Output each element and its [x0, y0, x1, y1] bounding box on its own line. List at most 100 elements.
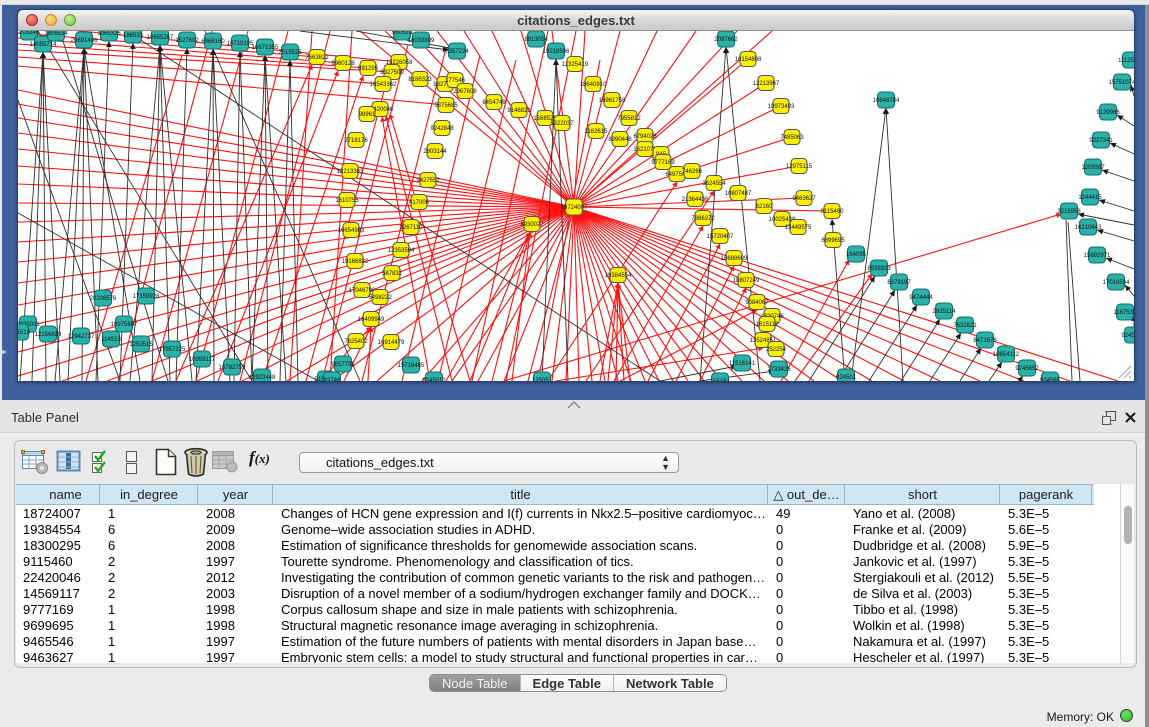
svg-text:10807487: 10807487	[725, 191, 752, 197]
svg-text:114513: 114513	[101, 337, 121, 343]
svg-text:1527602: 1527602	[175, 38, 199, 44]
svg-text:9115460: 9115460	[821, 209, 845, 215]
svg-text:924501: 924501	[836, 375, 857, 381]
svg-text:1209387: 1209387	[1081, 165, 1105, 171]
svg-text:20691406: 20691406	[71, 38, 98, 44]
svg-text:21364436: 21364436	[682, 197, 709, 203]
svg-text:1167533: 1167533	[1114, 310, 1134, 316]
svg-text:17359928: 17359928	[133, 294, 160, 300]
svg-text:125051: 125051	[532, 378, 553, 381]
svg-text:7632621: 7632621	[953, 323, 977, 329]
svg-text:1615112: 1615112	[756, 322, 780, 328]
svg-text:7515525: 7515525	[278, 50, 302, 56]
svg-text:6794028: 6794028	[633, 134, 657, 140]
svg-text:9245012: 9245012	[1121, 333, 1134, 339]
svg-text:16543362: 16543362	[370, 82, 397, 88]
svg-text:164095: 164095	[846, 252, 867, 258]
svg-text:7357224: 7357224	[445, 49, 469, 55]
svg-text:3215958: 3215958	[1057, 209, 1081, 215]
svg-text:417006: 417006	[409, 200, 430, 206]
svg-text:1250515: 1250515	[129, 342, 153, 348]
svg-text:12975115: 12975115	[786, 164, 813, 170]
svg-text:9474444: 9474444	[909, 295, 933, 301]
svg-text:16671355: 16671355	[252, 45, 279, 51]
svg-text:16782759: 16782759	[219, 365, 246, 371]
svg-text:1162615: 1162615	[585, 129, 609, 135]
svg-text:7955812: 7955812	[617, 116, 641, 122]
svg-text:203346: 203346	[19, 31, 40, 36]
svg-text:7485063: 7485063	[780, 135, 804, 141]
svg-text:8990448: 8990448	[608, 137, 632, 143]
svg-text:7886372: 7886372	[691, 216, 715, 222]
svg-text:9327509: 9327509	[380, 70, 404, 76]
svg-text:16961758: 16961758	[599, 98, 626, 104]
svg-text:5875685: 5875685	[434, 103, 458, 109]
svg-text:9245012: 9245012	[422, 378, 446, 381]
svg-text:8813054: 8813054	[524, 37, 548, 43]
svg-text:1610755: 1610755	[335, 198, 359, 204]
svg-text:16914479: 16914479	[378, 340, 405, 346]
svg-text:18724007: 18724007	[561, 205, 588, 211]
svg-text:3267110: 3267110	[400, 225, 424, 231]
svg-text:10654983: 10654983	[338, 228, 365, 234]
svg-text:9146821: 9146821	[507, 108, 531, 114]
svg-text:10154808: 10154808	[735, 57, 762, 63]
svg-text:20206576: 20206576	[90, 296, 117, 302]
svg-text:1244415: 1244415	[1078, 195, 1102, 201]
svg-text:8930027: 8930027	[520, 222, 544, 228]
svg-text:1065326: 1065326	[97, 31, 121, 37]
svg-text:11125419: 11125419	[1118, 58, 1134, 64]
svg-text:10973493: 10973493	[768, 104, 795, 110]
svg-text:10719195: 10719195	[227, 41, 254, 47]
svg-text:14055714: 14055714	[30, 42, 57, 48]
svg-text:19166822: 19166822	[342, 259, 369, 265]
svg-text:10958117: 10958117	[189, 357, 216, 363]
svg-text:252254: 252254	[766, 347, 787, 353]
svg-text:10975887: 10975887	[111, 322, 138, 328]
svg-text:8960128: 8960128	[331, 61, 355, 67]
svg-text:2935114: 2935114	[933, 309, 957, 315]
svg-text:746266: 746266	[682, 169, 703, 175]
svg-text:10654112: 10654112	[993, 352, 1020, 358]
svg-text:960523: 960523	[392, 31, 413, 36]
svg-text:2803144: 2803144	[423, 149, 447, 155]
svg-text:891295: 891295	[358, 66, 379, 72]
svg-text:12213383: 12213383	[337, 169, 364, 175]
svg-text:19218506: 19218506	[543, 49, 570, 55]
svg-text:10688609: 10688609	[721, 256, 748, 262]
svg-text:18807249: 18807249	[733, 278, 760, 284]
svg-text:13449575: 13449575	[785, 225, 812, 231]
svg-text:6379197: 6379197	[887, 280, 911, 286]
svg-text:83746: 83746	[324, 378, 341, 381]
svg-text:12942737: 12942737	[68, 334, 95, 340]
svg-text:6966160: 6966160	[201, 39, 225, 45]
svg-text:9463627: 9463627	[792, 196, 816, 202]
svg-text:15692971: 15692971	[1084, 253, 1111, 259]
svg-text:16409949: 16409949	[358, 317, 385, 323]
svg-text:9657791: 9657791	[331, 362, 355, 368]
svg-text:19384554: 19384554	[605, 273, 632, 279]
svg-text:11516141: 11516141	[729, 361, 756, 367]
svg-text:7663822: 7663822	[305, 55, 329, 61]
svg-text:8454749: 8454749	[482, 100, 506, 106]
svg-text:2718176: 2718176	[344, 138, 368, 144]
svg-text:1733426: 1733426	[767, 367, 791, 373]
svg-text:12353594: 12353594	[388, 248, 415, 254]
svg-text:1806534: 1806534	[44, 31, 68, 37]
svg-text:2967608: 2967608	[453, 89, 477, 95]
svg-text:9084067: 9084067	[745, 300, 769, 306]
svg-text:15751074: 15751074	[1109, 80, 1134, 86]
svg-text:15720407: 15720407	[707, 234, 734, 240]
svg-text:8938923: 8938923	[867, 266, 891, 272]
svg-text:5322037: 5322037	[550, 121, 574, 127]
svg-text:9129966: 9129966	[1096, 110, 1120, 116]
svg-text:186533: 186533	[123, 33, 144, 39]
svg-text:17016504: 17016504	[1103, 280, 1130, 286]
svg-text:8471676: 8471676	[973, 338, 997, 344]
svg-text:15716485: 15716485	[398, 363, 425, 369]
svg-text:9242848: 9242848	[430, 126, 454, 132]
svg-text:16033809: 16033809	[408, 38, 435, 44]
svg-text:9227341: 9227341	[1089, 138, 1113, 144]
svg-text:16210643: 16210643	[1075, 225, 1102, 231]
svg-text:9245652: 9245652	[1015, 366, 1039, 372]
